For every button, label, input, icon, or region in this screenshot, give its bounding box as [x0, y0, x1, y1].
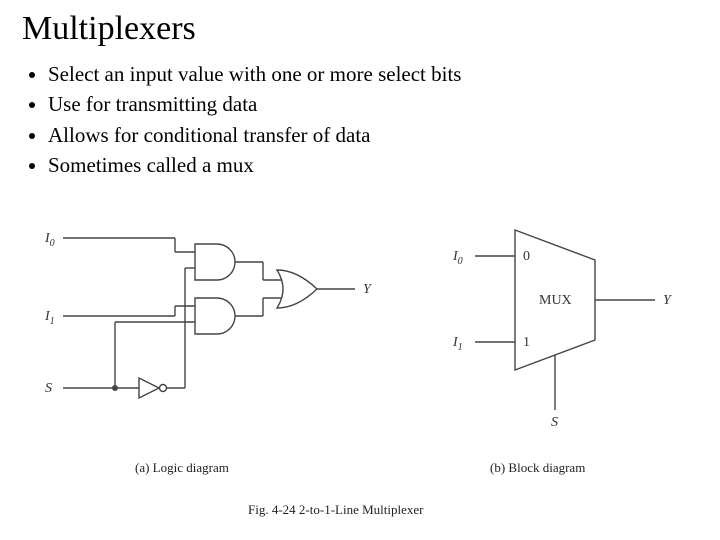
label-S-a: S [45, 381, 52, 396]
list-item: Sometimes called a mux [48, 151, 700, 179]
figure: I0 I1 S Y 0 1 MUX [45, 220, 685, 470]
and-gate-icon [195, 244, 235, 280]
label-mux: MUX [539, 293, 572, 308]
figure-title: Fig. 4-24 2-to-1-Line Multiplexer [248, 502, 423, 518]
label-I1-b-sub: 1 [458, 342, 463, 353]
label-zero: 0 [523, 249, 530, 264]
svg-text:I1: I1 [452, 335, 463, 353]
list-item: Use for transmitting data [48, 90, 700, 118]
svg-text:I0: I0 [45, 231, 55, 249]
caption-a: (a) Logic diagram [135, 460, 229, 476]
bullet-list: Select an input value with one or more s… [48, 60, 700, 179]
or-gate-icon [277, 270, 317, 308]
list-item: Select an input value with one or more s… [48, 60, 700, 88]
and-gate-icon [195, 298, 235, 334]
label-Y-b: Y [663, 293, 673, 308]
label-I0-b-sub: 0 [458, 256, 463, 267]
svg-text:I0: I0 [452, 249, 463, 267]
svg-text:I1: I1 [45, 309, 55, 327]
slide-title: Multiplexers [22, 10, 700, 48]
not-gate-icon [139, 378, 159, 398]
caption-b: (b) Block diagram [490, 460, 585, 476]
label-I1-sub: 1 [50, 316, 55, 327]
list-item: Allows for conditional transfer of data [48, 121, 700, 149]
label-Y-a: Y [363, 282, 373, 297]
label-I0-sub: 0 [50, 238, 55, 249]
label-one: 1 [523, 335, 530, 350]
label-S-b: S [551, 415, 558, 430]
